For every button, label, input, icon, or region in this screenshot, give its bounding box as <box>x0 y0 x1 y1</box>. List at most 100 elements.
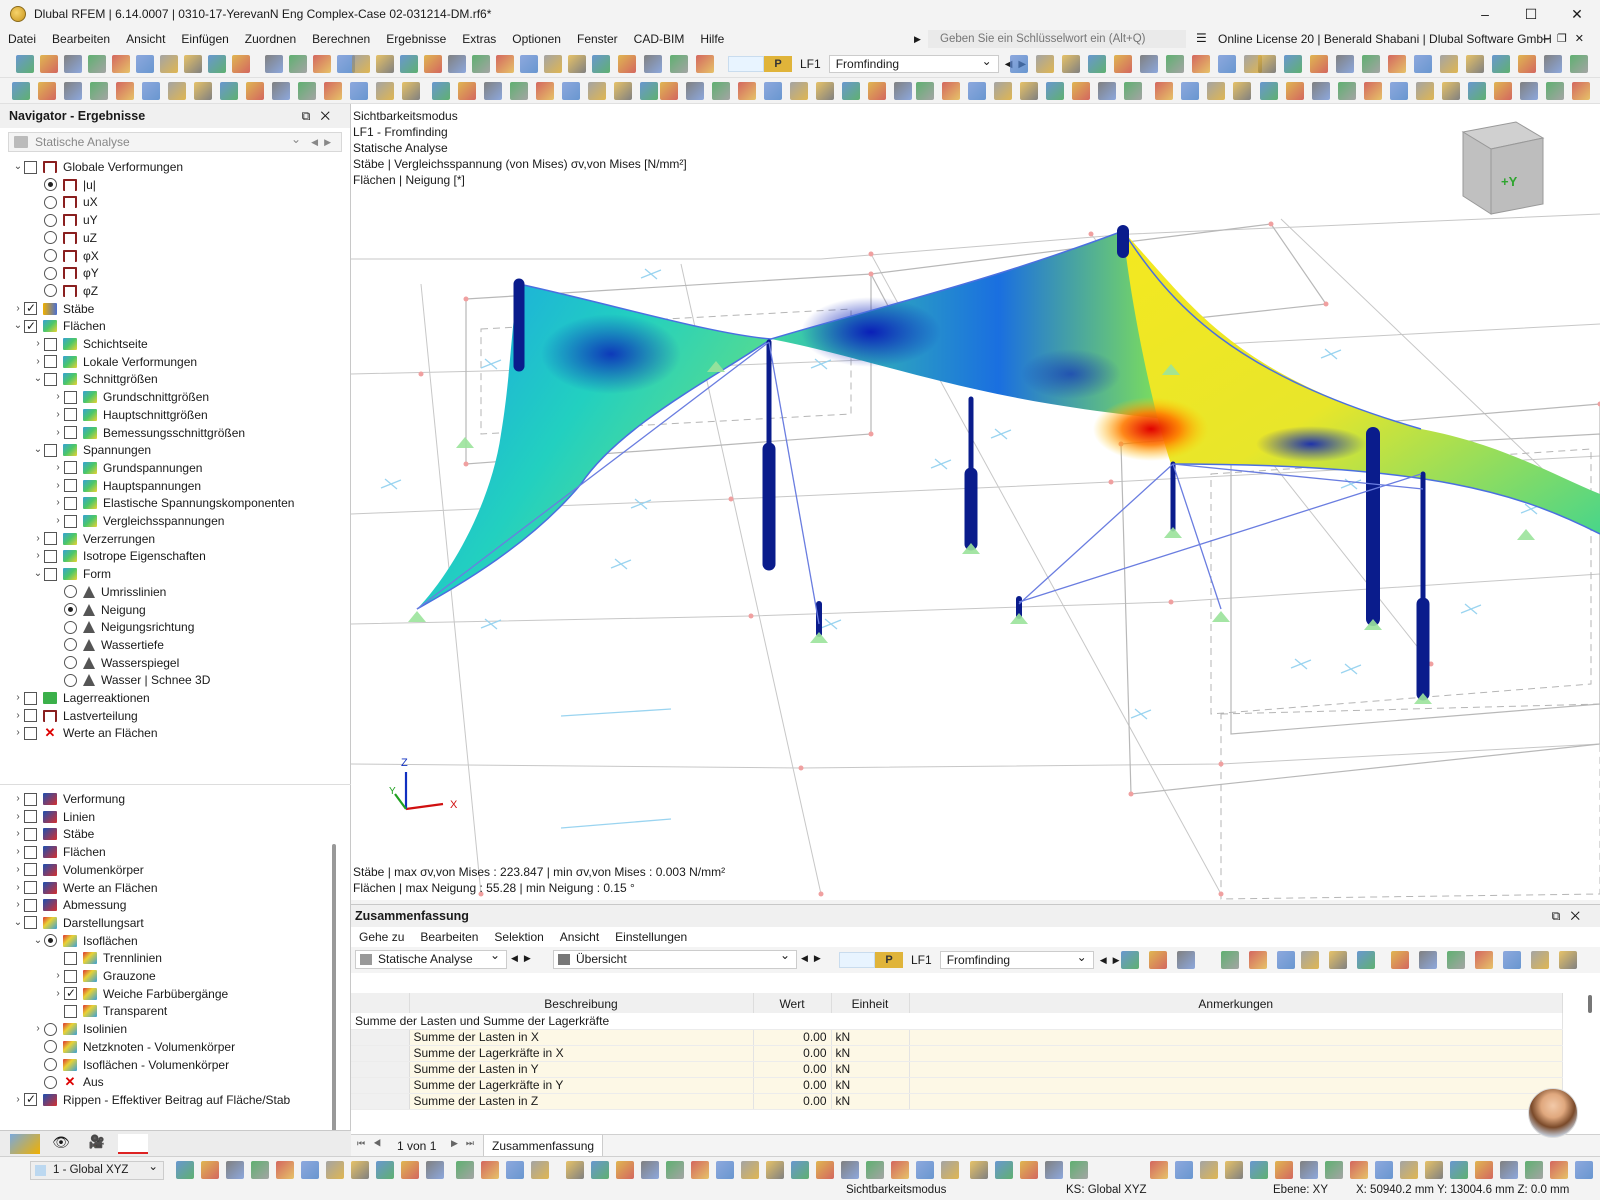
toolbar-tool-icon[interactable] <box>816 1161 834 1179</box>
toolbar-tool-icon[interactable] <box>496 55 514 73</box>
checkbox[interactable] <box>44 337 57 351</box>
toolbar-tool-icon[interactable] <box>1036 55 1054 73</box>
toolbar-tool-icon[interactable] <box>644 55 662 73</box>
toolbar-tool-icon[interactable] <box>1440 55 1458 73</box>
toolbar-tool-icon[interactable] <box>481 1161 499 1179</box>
summary-pin-close[interactable]: ⧉✕ <box>1552 905 1590 927</box>
tree-item[interactable]: › Hauptspannungen <box>52 477 201 495</box>
tab-results-icon[interactable] <box>118 1134 148 1154</box>
summary-scrollbar[interactable] <box>1588 995 1592 1013</box>
toolbar-tool-icon[interactable] <box>1416 82 1434 100</box>
toolbar-tool-icon[interactable] <box>324 82 342 100</box>
tree-item[interactable]: › Werte an Flächen <box>12 879 157 897</box>
table-row[interactable]: Summe der Lasten in Z 0.00 kN <box>351 1093 1563 1110</box>
table-row[interactable]: Summe der Lagerkräfte in Y 0.00 kN <box>351 1077 1563 1094</box>
expander-icon[interactable]: › <box>12 707 24 725</box>
tree-item[interactable]: Neigungsrichtung <box>52 618 194 636</box>
toolbar-tool-icon[interactable] <box>666 1161 684 1179</box>
expander-icon[interactable]: › <box>32 335 44 353</box>
radio-button[interactable] <box>64 620 77 634</box>
toolbar-tool-icon[interactable] <box>670 55 688 73</box>
toolbar-tool-icon[interactable] <box>1300 1161 1318 1179</box>
navigator-pin-close[interactable]: ⧉✕ <box>302 104 340 128</box>
toolbar-tool-icon[interactable] <box>376 1161 394 1179</box>
toolbar-tool-icon[interactable] <box>1310 55 1328 73</box>
radio-button[interactable] <box>64 638 77 652</box>
toolbar-tool-icon[interactable] <box>376 55 394 73</box>
toolbar-tool-icon[interactable] <box>1559 951 1577 969</box>
table-group-row[interactable]: Summe der Lasten und Summe der Lagerkräf… <box>351 1013 1563 1030</box>
toolbar-tool-icon[interactable] <box>1494 82 1512 100</box>
toolbar-tool-icon[interactable] <box>712 82 730 100</box>
expander-icon[interactable]: › <box>52 406 64 424</box>
menu-hilfe[interactable]: Hilfe <box>692 28 732 50</box>
tree-item[interactable]: φX <box>32 247 99 265</box>
toolbar-tool-icon[interactable] <box>510 82 528 100</box>
toolbar-tool-icon[interactable] <box>1070 1161 1088 1179</box>
radio-button[interactable] <box>44 266 57 280</box>
summary-loadcase-selector[interactable]: P LF1 Fromfinding ◀ ▶ <box>839 949 1120 970</box>
toolbar-tool-icon[interactable] <box>352 55 370 73</box>
toolbar-tool-icon[interactable] <box>1312 82 1330 100</box>
toolbar-tool-icon[interactable] <box>506 1161 524 1179</box>
tree-item[interactable]: › Schichtseite <box>32 335 147 353</box>
tree-item[interactable]: › Verformung <box>12 790 125 808</box>
checkbox[interactable] <box>44 372 57 386</box>
toolbar-tool-icon[interactable] <box>568 55 586 73</box>
toolbar-tool-icon[interactable] <box>916 1161 934 1179</box>
minimize-button[interactable]: – <box>1462 0 1508 28</box>
summary-menu-ansicht[interactable]: Ansicht <box>552 930 607 944</box>
tab-display-icon[interactable]: 👁 <box>46 1134 76 1154</box>
toolbar-tool-icon[interactable] <box>916 82 934 100</box>
checkbox[interactable] <box>64 1004 77 1018</box>
toolbar-tool-icon[interactable] <box>1475 1161 1493 1179</box>
expander-icon[interactable]: › <box>12 1091 24 1109</box>
toolbar-tool-icon[interactable] <box>448 55 466 73</box>
model-3d-view[interactable]: +Y X Z Y <box>351 104 1600 900</box>
toolbar-tool-icon[interactable] <box>1503 951 1521 969</box>
toolbar-tool-icon[interactable] <box>1140 55 1158 73</box>
toolbar-tool-icon[interactable] <box>1249 951 1267 969</box>
menu-berechnen[interactable]: Berechnen <box>304 28 378 50</box>
checkbox[interactable] <box>24 317 37 335</box>
search-options-icon[interactable]: ☰ <box>1196 31 1207 45</box>
tree-item[interactable]: › Elastische Spannungskomponenten <box>52 494 294 512</box>
toolbar-tool-icon[interactable] <box>16 55 34 73</box>
expander-icon[interactable]: ⌄ <box>12 317 24 335</box>
tree-item[interactable]: Transparent <box>52 1002 167 1020</box>
expander-icon[interactable]: › <box>12 861 24 879</box>
tree-item[interactable]: φZ <box>32 282 98 300</box>
toolbar-tool-icon[interactable] <box>842 82 860 100</box>
menu-cad-bim[interactable]: CAD-BIM <box>626 28 693 50</box>
summary-menu-bearbeiten[interactable]: Bearbeiten <box>412 930 486 944</box>
toolbar-tool-icon[interactable] <box>1329 951 1347 969</box>
expander-icon[interactable]: › <box>12 790 24 808</box>
toolbar-tool-icon[interactable] <box>142 82 160 100</box>
expander-icon[interactable]: › <box>52 424 64 442</box>
tree-item[interactable]: Neigung <box>52 601 146 619</box>
menu-zuordnen[interactable]: Zuordnen <box>237 28 304 50</box>
tree-item[interactable]: Trennlinien <box>52 949 162 967</box>
toolbar-tool-icon[interactable] <box>246 82 264 100</box>
toolbar-tool-icon[interactable] <box>432 82 450 100</box>
toolbar-tool-icon[interactable] <box>1550 1161 1568 1179</box>
toolbar-tool-icon[interactable] <box>891 1161 909 1179</box>
toolbar-tool-icon[interactable] <box>640 82 658 100</box>
toolbar-tool-icon[interactable] <box>866 1161 884 1179</box>
tree-item[interactable]: › Rippen - Effektiver Beitrag auf Fläche/… <box>12 1090 290 1109</box>
tree-item[interactable]: › Lastverteilung <box>12 707 137 725</box>
toolbar-tool-icon[interactable] <box>1450 1161 1468 1179</box>
radio-button[interactable] <box>44 1022 57 1036</box>
tree-item[interactable]: › Hauptschnittgrößen <box>52 406 207 424</box>
toolbar-tool-icon[interactable] <box>176 1161 194 1179</box>
tree-item[interactable]: › Grundschnittgrößen <box>52 388 209 406</box>
expander-icon[interactable]: › <box>52 512 64 530</box>
lc-prev-icon[interactable]: ◀ <box>1094 955 1113 966</box>
toolbar-tool-icon[interactable] <box>351 1161 369 1179</box>
toolbar-tool-icon[interactable] <box>136 55 154 73</box>
toolbar-tool-icon[interactable] <box>766 1161 784 1179</box>
toolbar-tool-icon[interactable] <box>64 55 82 73</box>
toolbar-tool-icon[interactable] <box>160 55 178 73</box>
toolbar-tool-icon[interactable] <box>350 82 368 100</box>
toolbar-tool-icon[interactable] <box>1419 951 1437 969</box>
